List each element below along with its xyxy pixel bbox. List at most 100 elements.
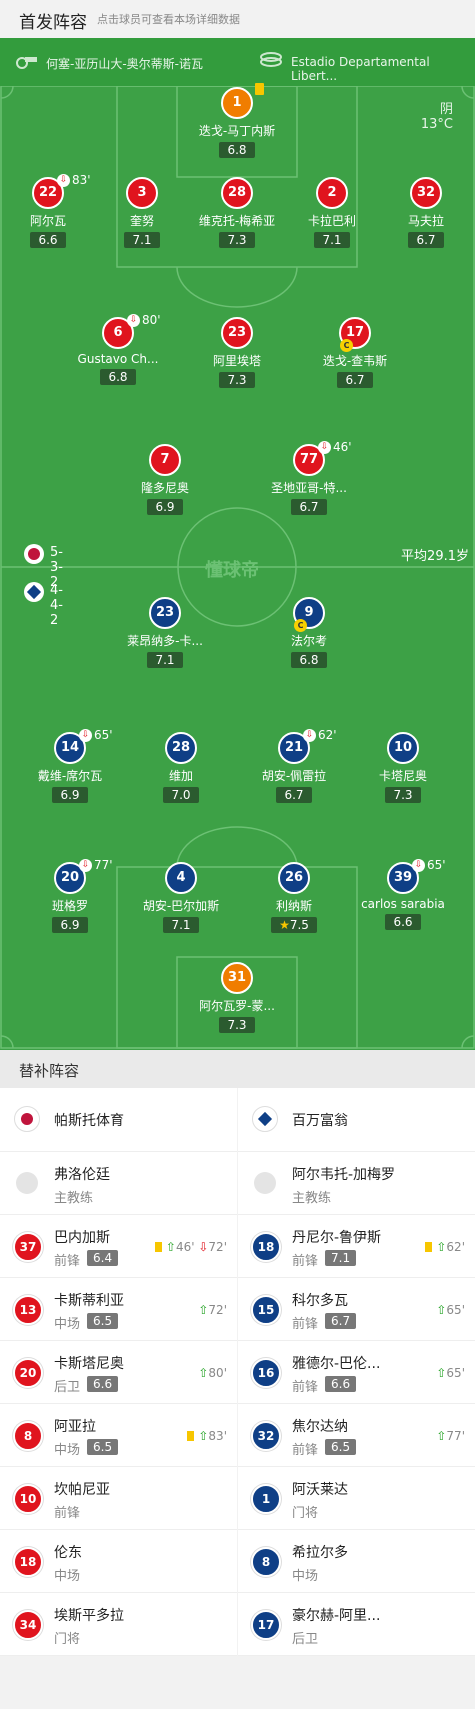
player-number: 31 (221, 962, 253, 994)
home-sub-row[interactable]: 20 卡斯塔尼奥 后卫 6.6 ⇧80' (0, 1341, 237, 1404)
home-sub-row[interactable]: 10 坎帕尼亚 前锋 (0, 1467, 237, 1530)
player-rating: 6.7 (408, 232, 444, 248)
player-rating: 6.7 (337, 372, 373, 388)
sub-time: 80' (142, 313, 161, 327)
away-player[interactable]: 39 ⇩ 65' carlos sarabia 6.6 (338, 858, 468, 930)
away-player[interactable]: 10 卡塔尼奥 7.3 (338, 732, 468, 803)
player-name: 伦东 (54, 1545, 82, 1561)
away-player[interactable]: 31 阿尔瓦罗-蒙... 7.3 (172, 962, 302, 1033)
home-team-name: 帕斯托体育 (54, 1113, 124, 1129)
home-player[interactable]: 77 ⇩ 46' 圣地亚哥-特... 6.7 (244, 440, 374, 515)
player-number: 10 (387, 732, 419, 764)
home-player[interactable]: 32 马夫拉 6.7 (361, 177, 475, 248)
player-position: 后卫 (54, 1380, 81, 1395)
player-name: 迭戈-马丁内斯 (198, 124, 276, 138)
player-number: 16 (251, 1358, 281, 1388)
player-number: 18 (13, 1547, 43, 1577)
player-rating: 7.3 (219, 1017, 255, 1033)
pitch: 何塞-亚历山大-奥尔蒂斯-诺瓦 Estadio Departamental Li… (0, 38, 475, 1050)
sub-time: 46' (333, 440, 352, 454)
sub-events: ⇧62' (425, 1240, 465, 1254)
player-rating: 7.3 (219, 372, 255, 388)
away-coach-row[interactable]: 阿尔韦托-加梅罗 主教练 (238, 1152, 475, 1215)
home-sub-row[interactable]: 8 阿亚拉 中场 6.5 ⇧83' (0, 1404, 237, 1467)
player-rating: 6.9 (52, 787, 88, 803)
away-player[interactable]: 4 胡安-巴尔加斯 7.1 (116, 862, 246, 933)
page-title: 首发阵容 (19, 13, 87, 33)
yellow-card-icon (425, 1242, 433, 1252)
sub-in-time: 72' (208, 1303, 227, 1317)
player-position: 前锋 (292, 1380, 319, 1395)
sub-in-time: 80' (208, 1366, 227, 1380)
home-player[interactable]: 7 隆多尼奥 6.9 (100, 444, 230, 515)
whistle-icon (16, 57, 37, 69)
player-position: 中场 (54, 1317, 81, 1332)
home-sub-row[interactable]: 37 巴内加斯 前锋 6.4 ⇧46' ⇩72' (0, 1215, 237, 1278)
away-sub-row[interactable]: 15 科尔多瓦 前锋 6.7 ⇧65' (238, 1278, 475, 1341)
star-icon: ★ (279, 918, 290, 932)
player-rating: 7.1 (147, 652, 183, 668)
away-subs-column: 百万富翁 阿尔韦托-加梅罗 主教练 18 丹尼尔-鲁伊斯 前锋 7.1 ⇧62' 15 科尔… (238, 1088, 475, 1656)
sub-events: ⇧72' (198, 1303, 227, 1317)
home-subs-team: 帕斯托体育 (0, 1088, 237, 1152)
player-rating: ★7.5 (271, 917, 317, 933)
away-sub-row[interactable]: 8 希拉尔多 中场 (238, 1530, 475, 1593)
player-rating: 6.7 (325, 1313, 357, 1329)
home-player[interactable]: 17 迭戈-查韦斯 6.7 C (290, 317, 420, 388)
player-rating: 7.1 (163, 917, 199, 933)
player-number: 7 (149, 444, 181, 476)
away-sub-row[interactable]: 16 雅德尔-巴伦... 前锋 6.6 ⇧65' (238, 1341, 475, 1404)
player-rating: 6.5 (325, 1439, 357, 1455)
player-rating: 6.8 (100, 369, 136, 385)
away-player[interactable]: 28 维加 7.0 (116, 732, 246, 803)
player-rating: 6.7 (291, 499, 327, 515)
home-team-logo-small (14, 1106, 40, 1132)
weather: 阴 13°C (421, 98, 453, 132)
header: 首发阵容 点击球员可查看本场详细数据 (0, 0, 475, 38)
player-rating: 7.1 (124, 232, 160, 248)
player-number: 26 (278, 862, 310, 894)
sub-in-icon: ⇧ (436, 1303, 447, 1317)
away-coach-name: 阿尔韦托-加梅罗 (292, 1167, 396, 1183)
player-number: 1 (221, 87, 253, 119)
player-name: 阿沃莱达 (292, 1482, 348, 1498)
home-coach-row[interactable]: 弗洛伦廷 主教练 (0, 1152, 237, 1215)
player-position: 前锋 (292, 1317, 319, 1332)
player-name: 坎帕尼亚 (54, 1482, 110, 1498)
home-player[interactable]: 1 迭戈-马丁内斯 6.8 (172, 83, 302, 158)
player-number: 15 (251, 1295, 281, 1325)
away-player[interactable]: 23 莱昂纳多-卡... 7.1 (100, 597, 230, 668)
home-sub-row[interactable]: 18 伦东中场 (0, 1530, 237, 1593)
away-team-logo (24, 582, 44, 602)
away-sub-row[interactable]: 18 丹尼尔-鲁伊斯 前锋 7.1 ⇧62' (238, 1215, 475, 1278)
player-number: 13 (13, 1295, 43, 1325)
player-position: 中场 (54, 1569, 81, 1584)
player-name: 马夫拉 (407, 214, 444, 228)
player-number: 20 (13, 1358, 43, 1388)
away-sub-row[interactable]: 1 阿沃莱达 门将 (238, 1467, 475, 1530)
sub-out-time: 72' (208, 1240, 227, 1254)
home-sub-row[interactable]: 34 埃斯平多拉 门将 (0, 1593, 237, 1656)
player-number: 17 (251, 1610, 281, 1640)
player-name: 卡斯塔尼奥 (54, 1356, 124, 1372)
player-position: 前锋 (54, 1506, 81, 1521)
player-name: 丹尼尔-鲁伊斯 (292, 1230, 382, 1246)
player-name: 埃斯平多拉 (54, 1608, 124, 1624)
player-name: 阿里埃塔 (212, 354, 261, 368)
player-name: 焦尔达纳 (292, 1419, 348, 1435)
home-sub-row[interactable]: 13 卡斯蒂利亚 中场 6.5 ⇧72' (0, 1278, 237, 1341)
player-position: 门将 (292, 1506, 319, 1521)
sub-out-icon: ⇩ (57, 174, 70, 187)
home-player[interactable]: 6 ⇩ 80' Gustavo Ch... 6.8 (53, 313, 183, 385)
away-sub-row[interactable]: 32 焦尔达纳 前锋 6.5 ⇧77' (238, 1404, 475, 1467)
player-position: 前锋 (292, 1254, 319, 1269)
player-position: 门将 (54, 1632, 81, 1647)
player-number: 18 (251, 1232, 281, 1262)
player-number: 8 (251, 1547, 281, 1577)
player-rating: 6.6 (30, 232, 66, 248)
sub-events: ⇧83' (187, 1429, 227, 1443)
referee-name: 何塞-亚历山大-奥尔蒂斯-诺瓦 (46, 57, 203, 71)
away-player[interactable]: 9 法尔考 6.8 C (244, 597, 374, 668)
home-player[interactable]: 23 阿里埃塔 7.3 (172, 317, 302, 388)
away-sub-row[interactable]: 17 豪尔赫-阿里... 后卫 (238, 1593, 475, 1656)
